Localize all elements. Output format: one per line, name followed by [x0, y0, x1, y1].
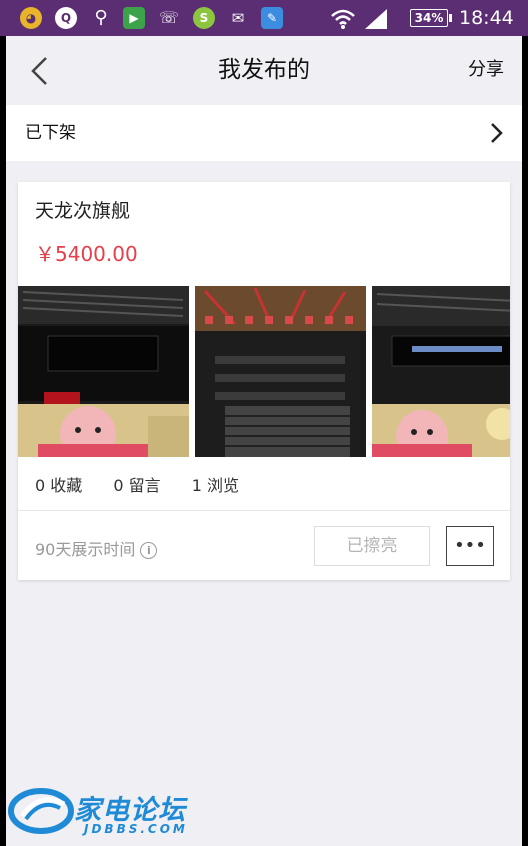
- search-icon: ⚲: [94, 7, 108, 28]
- views-count: 1 浏览: [191, 476, 240, 495]
- listing-photo[interactable]: [195, 286, 366, 457]
- page-title: 我发布的: [218, 57, 310, 83]
- search-app-icon: Q: [55, 7, 77, 29]
- display-duration-label: 90天展示时间: [35, 540, 136, 559]
- play-store-icon: ▶: [123, 7, 145, 29]
- section-label: 已下架: [25, 123, 76, 143]
- s-app-icon: S: [193, 7, 215, 29]
- wifi-icon: [331, 9, 355, 29]
- photo-strip: [18, 286, 510, 457]
- jdbbs-watermark-logo: 家电论坛 JDBBS.COM: [8, 784, 208, 842]
- battery-indicator: 34%: [410, 9, 452, 27]
- jdbbs-logo-icon: [8, 788, 74, 834]
- message-icon: ✉: [231, 9, 245, 27]
- listing-photo[interactable]: [372, 286, 510, 457]
- chevron-right-icon: [491, 123, 503, 143]
- listing-price: ￥5400.00: [35, 242, 138, 266]
- app-notification-icon: ◕: [20, 7, 42, 29]
- display-duration: 90天展示时间 i: [35, 536, 158, 560]
- missed-call-icon: ☏: [158, 8, 179, 27]
- status-bar: ◕ Q ⚲ ▶ ☏ S ✉ ✎ 34% 18:44: [0, 0, 528, 36]
- listing-card[interactable]: 天龙次旗舰 ￥5400.00 0 收藏 0 留言 1 浏览 90天展示时间 i …: [18, 182, 510, 580]
- listing-stats: 0 收藏 0 留言 1 浏览: [35, 472, 265, 496]
- polished-button[interactable]: 已擦亮: [314, 526, 430, 566]
- listing-title: 天龙次旗舰: [35, 200, 131, 222]
- clock: 18:44: [459, 7, 514, 29]
- cleaner-app-icon: ✎: [261, 7, 283, 29]
- divider: [18, 510, 510, 511]
- nav-bar: 我发布的 分享: [6, 36, 522, 104]
- comments-count: 0 留言: [113, 476, 161, 495]
- delisted-section-row[interactable]: 已下架: [6, 105, 522, 161]
- share-button[interactable]: 分享: [468, 36, 504, 104]
- more-options-button[interactable]: •••: [446, 526, 494, 566]
- listing-photo[interactable]: [18, 286, 189, 457]
- signal-icon: [365, 9, 387, 29]
- favorites-count: 0 收藏: [35, 476, 83, 495]
- info-icon[interactable]: i: [140, 542, 158, 559]
- watermark-domain: JDBBS.COM: [84, 822, 188, 836]
